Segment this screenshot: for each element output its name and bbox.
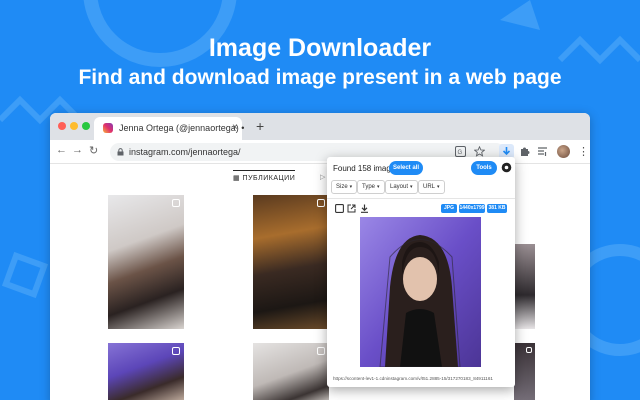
multiple-images-icon <box>526 347 532 353</box>
multiple-images-icon <box>172 347 180 355</box>
post-thumbnail[interactable] <box>514 244 535 329</box>
maximize-window-dot[interactable] <box>82 122 90 130</box>
hero-subtitle: Find and download image present in a web… <box>78 66 562 89</box>
chevron-down-icon: ▾ <box>377 184 380 190</box>
extensions-puzzle-icon[interactable] <box>519 146 530 157</box>
post-thumbnail[interactable] <box>108 343 184 400</box>
forward-button[interactable]: → <box>72 144 83 156</box>
multiple-images-icon <box>317 347 325 355</box>
translate-icon[interactable]: G <box>455 146 466 157</box>
tab-bar: Jenna Ortega (@jennaortega) • × + <box>50 113 590 140</box>
hero-title: Image Downloader <box>208 34 432 62</box>
url-filter[interactable]: URL ▾ <box>418 180 445 194</box>
post-thumbnail[interactable] <box>253 343 329 400</box>
tab-publications[interactable]: ▦ ПУБЛИКАЦИИ <box>233 170 296 182</box>
post-thumbnail[interactable] <box>514 343 535 400</box>
reload-button[interactable]: ↻ <box>89 144 98 157</box>
browser-menu-button[interactable]: ⋮ <box>578 145 589 158</box>
open-in-new-icon[interactable] <box>347 204 356 213</box>
image-downloader-popup: Found 158 images Select all Tools Size ▾ … <box>327 157 515 387</box>
layout-filter[interactable]: Layout ▾ <box>385 180 418 194</box>
instagram-icon <box>103 123 113 133</box>
new-tab-button[interactable]: + <box>256 118 264 134</box>
image-url: https://scontent-lev1-1.cdninstagram.com… <box>333 376 493 381</box>
select-all-button[interactable]: Select all <box>389 161 423 175</box>
file-size-badge: 381 KB <box>487 204 507 213</box>
download-icon[interactable] <box>360 204 369 213</box>
chevron-down-icon: ▾ <box>437 184 440 190</box>
image-preview[interactable] <box>360 217 481 367</box>
reading-list-icon[interactable] <box>537 146 548 157</box>
image-card: JPG 1440x1799 381 KB https://scontent-le… <box>331 200 511 387</box>
profile-avatar[interactable] <box>557 145 570 158</box>
post-thumbnail[interactable] <box>253 195 329 329</box>
svg-text:G: G <box>458 150 463 156</box>
chevron-down-icon: ▾ <box>410 184 413 190</box>
post-thumbnail[interactable] <box>108 195 184 329</box>
minimize-window-dot[interactable] <box>70 122 78 130</box>
multiple-images-icon <box>317 199 325 207</box>
close-window-dot[interactable] <box>58 122 66 130</box>
dimensions-badge: 1440x1799 <box>459 204 485 213</box>
lock-icon <box>117 148 124 156</box>
tools-button[interactable]: Tools <box>471 161 497 175</box>
type-badge: JPG <box>441 204 457 213</box>
url-text: instagram.com/jennaortega/ <box>129 147 241 157</box>
type-filter[interactable]: Type ▾ <box>357 180 385 194</box>
back-button[interactable]: ← <box>56 144 67 156</box>
chevron-down-icon: ▾ <box>349 184 353 190</box>
portrait-photo <box>360 217 481 367</box>
tab-title: Jenna Ortega (@jennaortega) • <box>119 123 245 133</box>
checkbox[interactable] <box>335 204 344 213</box>
tab-instagram[interactable]: Jenna Ortega (@jennaortega) • × <box>94 117 245 140</box>
gear-icon[interactable] <box>501 162 512 173</box>
multiple-images-icon <box>172 199 180 207</box>
tab-close-icon[interactable]: × <box>232 122 238 133</box>
divider <box>327 198 515 199</box>
size-filter[interactable]: Size ▾ <box>331 180 358 194</box>
bookmark-star-icon[interactable] <box>474 146 485 157</box>
